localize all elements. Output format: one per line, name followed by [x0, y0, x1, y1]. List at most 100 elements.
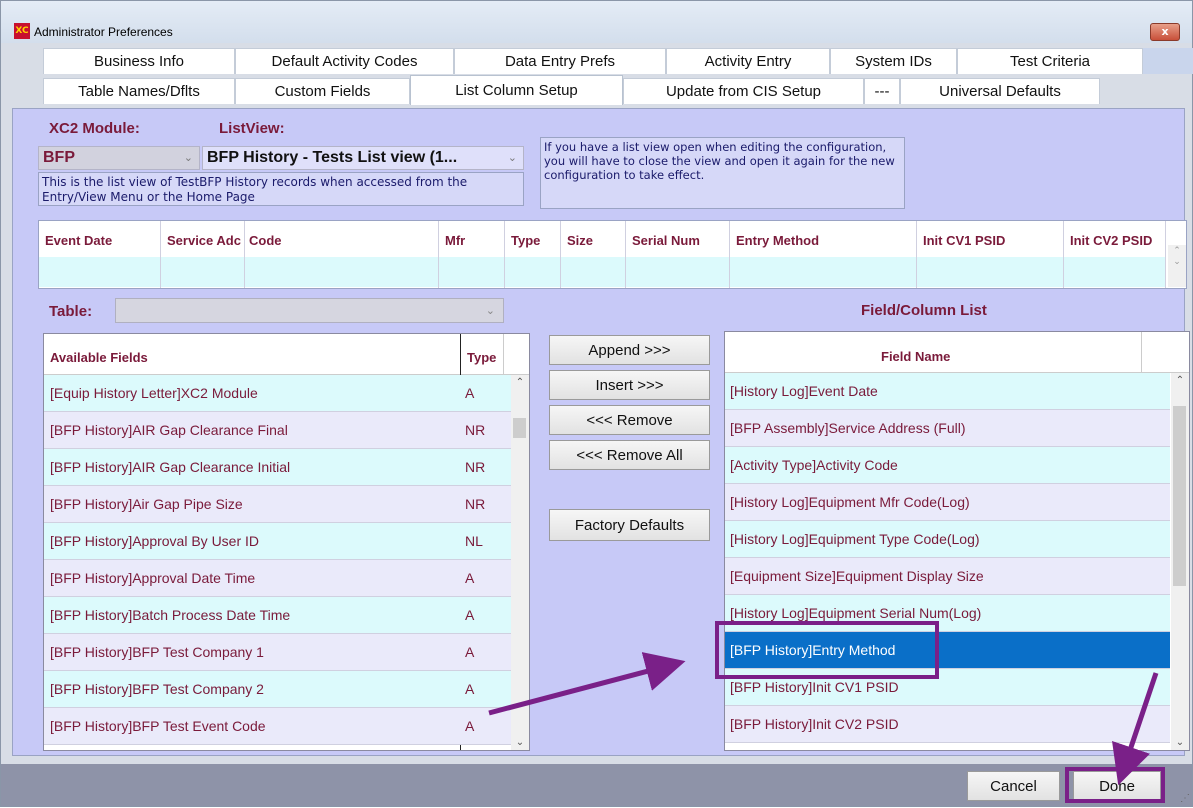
list-item[interactable]: [BFP Assembly]Service Address (Full) — [725, 410, 1170, 447]
field-type: NR — [465, 422, 486, 438]
field-type: A — [465, 718, 475, 734]
list-item[interactable]: [BFP History]AIR Gap Clearance Initial NR — [44, 449, 513, 486]
list-item[interactable]: [BFP History]Batch Process Date Time A — [44, 597, 513, 634]
tab-data-entry-prefs[interactable]: Data Entry Prefs — [454, 48, 666, 74]
field-list-scrollbar[interactable]: ⌃ ⌄ — [1171, 373, 1189, 750]
preview-cell — [439, 257, 504, 287]
tab-row-2: Table Names/Dflts Custom Fields List Col… — [43, 75, 1100, 105]
header-divider — [1141, 332, 1142, 372]
tab-separator[interactable]: --- — [864, 78, 900, 104]
field-column-list[interactable]: Field Name [History Log]Event Date [BFP … — [724, 331, 1190, 751]
tab-activity-entry[interactable]: Activity Entry — [666, 48, 830, 74]
tab-table-names-dflts[interactable]: Table Names/Dflts — [43, 78, 235, 104]
table-select[interactable]: ⌄ — [115, 298, 504, 323]
preview-cell — [39, 257, 160, 287]
list-item[interactable]: [BFP History]Air Gap Pipe Size NR — [44, 486, 513, 523]
scrollbar-thumb[interactable] — [1173, 406, 1186, 586]
field-name: [BFP History]BFP Test Company 1 — [50, 644, 264, 660]
scroll-up-icon[interactable]: ⌃ — [1171, 375, 1189, 386]
tab-custom-fields[interactable]: Custom Fields — [235, 78, 410, 104]
list-item[interactable]: [Equip History Letter]XC2 Module A — [44, 375, 513, 412]
resize-grip-icon[interactable]: ⋰ — [1180, 793, 1190, 804]
list-item[interactable]: [Activity Type]Activity Code — [725, 447, 1170, 484]
list-item[interactable]: [BFP History]Approval Date Time A — [44, 560, 513, 597]
list-item[interactable]: [History Log]Equipment Mfr Code(Log) — [725, 484, 1170, 521]
type-col-header[interactable]: Type — [467, 350, 496, 365]
list-item[interactable]: [BFP History]Approval By User ID NL — [44, 523, 513, 560]
preview-column[interactable]: Init CV1 PSID — [917, 221, 1064, 288]
scrollbar-thumb[interactable] — [513, 418, 526, 438]
preview-cell — [626, 257, 729, 287]
tab-system-ids[interactable]: System IDs — [830, 48, 957, 74]
preview-column[interactable]: Size — [561, 221, 626, 288]
list-item[interactable]: [History Log]Event Date — [725, 373, 1170, 410]
field-name: [BFP History]Init CV1 PSID — [730, 679, 899, 695]
field-type: A — [465, 385, 475, 401]
field-type: A — [465, 644, 475, 660]
list-item[interactable]: [BFP History]AIR Gap Clearance Final NR — [44, 412, 513, 449]
cancel-button[interactable]: Cancel — [967, 771, 1060, 801]
tab-list-column-setup[interactable]: List Column Setup — [410, 75, 623, 105]
preview-cell — [505, 257, 560, 287]
preview-column[interactable]: Type — [505, 221, 561, 288]
field-name: [BFP History]Entry Method — [730, 642, 896, 658]
list-item[interactable]: [BFP History]BFP Test Company 2 A — [44, 671, 513, 708]
column-preview-grid: Event Date Service Adc Code Mfr Type Siz… — [38, 220, 1187, 289]
field-name-col-header[interactable]: Field Name — [881, 349, 950, 364]
available-fields-scrollbar[interactable]: ⌃ ⌄ — [511, 375, 529, 750]
preview-column[interactable]: Mfr — [439, 221, 505, 288]
field-name: [History Log]Equipment Serial Num(Log) — [730, 605, 982, 621]
preview-column[interactable]: Code — [245, 221, 439, 288]
field-name: [History Log]Equipment Mfr Code(Log) — [730, 494, 970, 510]
preview-cell — [1064, 257, 1165, 287]
field-name: [History Log]Event Date — [730, 383, 878, 399]
list-item[interactable]: [BFP History]Init CV2 PSID — [725, 706, 1170, 743]
close-button[interactable]: x — [1150, 23, 1180, 41]
tab-default-activity-codes[interactable]: Default Activity Codes — [235, 48, 454, 74]
preview-column[interactable]: Service Adc — [161, 221, 245, 288]
preview-column[interactable]: Init CV2 PSID — [1064, 221, 1166, 288]
list-item[interactable]: [BFP History]Init CV1 PSID — [725, 669, 1170, 706]
admin-preferences-window: XC Administrator Preferences x Business … — [0, 0, 1193, 807]
preview-column-header: Serial Num — [632, 233, 700, 248]
list-item[interactable]: [Equipment Size]Equipment Display Size — [725, 558, 1170, 595]
field-type: NL — [465, 533, 483, 549]
done-button[interactable]: Done — [1073, 771, 1161, 801]
module-select[interactable]: BFP ⌄ — [38, 146, 200, 170]
preview-scrollbar[interactable]: ⌃ ⌄ — [1168, 245, 1186, 287]
field-type: A — [465, 570, 475, 586]
preview-column-header: Code — [249, 233, 282, 248]
factory-defaults-button[interactable]: Factory Defaults — [549, 509, 710, 541]
field-name: [BFP History]BFP Test Company 2 — [50, 681, 264, 697]
scroll-down-icon[interactable]: ⌄ — [511, 737, 529, 748]
tab-update-from-cis-setup[interactable]: Update from CIS Setup — [623, 78, 864, 104]
append-button[interactable]: Append >>> — [549, 335, 710, 365]
remove-button[interactable]: <<< Remove — [549, 405, 710, 435]
module-select-value: BFP — [43, 149, 75, 166]
list-item-selected[interactable]: [BFP History]Entry Method — [725, 632, 1170, 669]
preview-column[interactable]: Entry Method — [730, 221, 917, 288]
table-label: Table: — [49, 303, 93, 320]
preview-column-header: Init CV1 PSID — [923, 233, 1006, 248]
available-fields-col-header[interactable]: Available Fields — [50, 350, 148, 365]
list-item[interactable]: [BFP History]BFP Test Event Code A — [44, 708, 513, 745]
preview-column[interactable]: Serial Num — [626, 221, 730, 288]
field-type: NR — [465, 459, 486, 475]
remove-all-button[interactable]: <<< Remove All — [549, 440, 710, 470]
preview-cell — [245, 257, 438, 287]
tab-universal-defaults[interactable]: Universal Defaults — [900, 78, 1100, 104]
scroll-up-icon[interactable]: ⌃ — [511, 377, 529, 388]
available-fields-list[interactable]: Available Fields Type [Equip History Let… — [43, 333, 530, 751]
chevron-down-icon: ⌄ — [183, 152, 193, 164]
preview-column[interactable]: Event Date — [39, 221, 161, 288]
header-divider — [503, 334, 504, 374]
scroll-down-icon[interactable]: ⌄ — [1171, 737, 1189, 748]
tab-business-info[interactable]: Business Info — [43, 48, 235, 74]
xc2-module-label: XC2 Module: — [49, 120, 140, 137]
tab-test-criteria[interactable]: Test Criteria — [957, 48, 1143, 74]
list-item[interactable]: [History Log]Equipment Type Code(Log) — [725, 521, 1170, 558]
insert-button[interactable]: Insert >>> — [549, 370, 710, 400]
listview-select[interactable]: BFP History - Tests List view (1... ⌄ — [202, 146, 524, 170]
list-item[interactable]: [BFP History]BFP Test Company 1 A — [44, 634, 513, 671]
list-item[interactable]: [History Log]Equipment Serial Num(Log) — [725, 595, 1170, 632]
